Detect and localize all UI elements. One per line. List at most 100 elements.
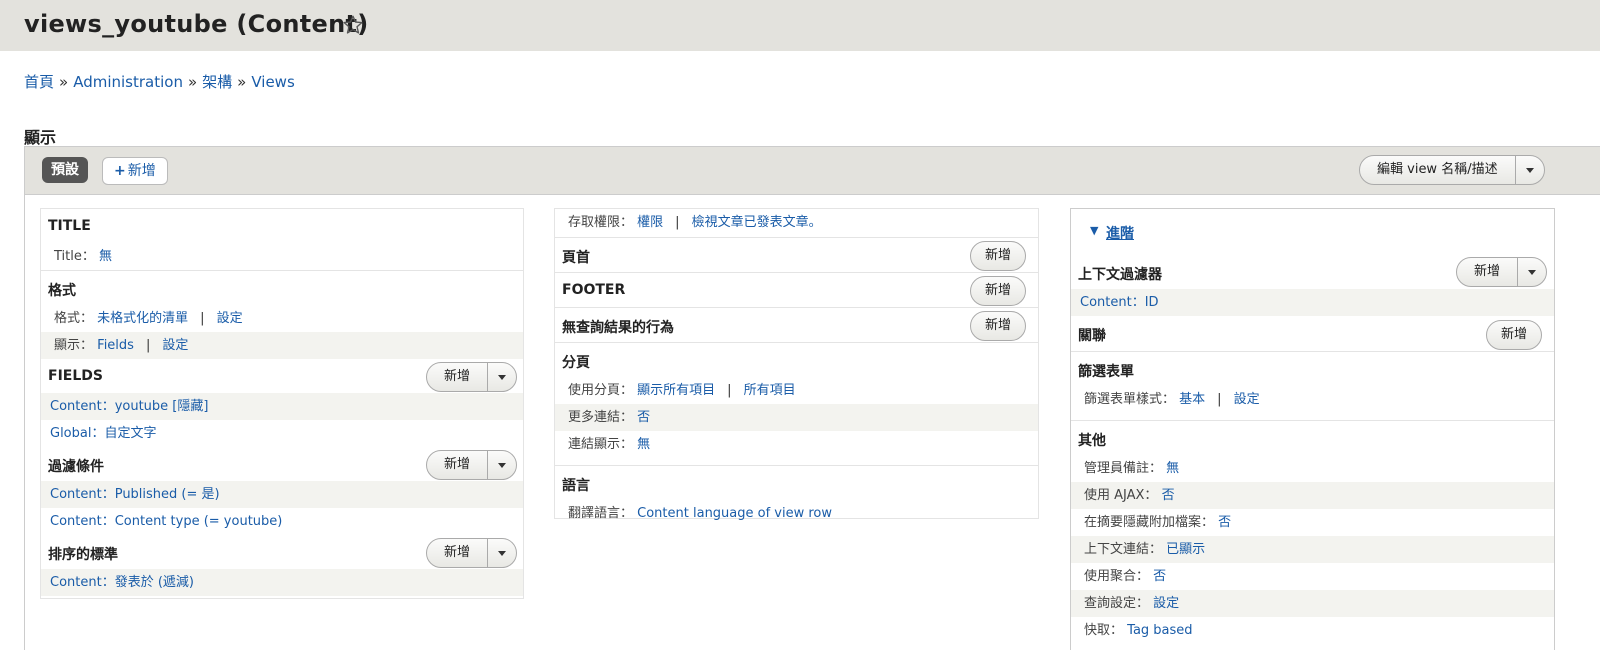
filter-item-link[interactable]: Content：Published (= 是): [50, 487, 220, 502]
relationships-add-button[interactable]: 新增: [1486, 320, 1543, 350]
filters-add-dropbutton: 新增: [426, 450, 518, 480]
breadcrumb-administration[interactable]: Administration: [73, 73, 183, 91]
page-title: views_youtube (Content): [24, 10, 369, 38]
filters-add-button[interactable]: 新增: [427, 451, 489, 479]
contextual-filters-heading: 上下文過濾器: [1078, 267, 1162, 283]
filter-item: Content：Published (= 是): [41, 481, 523, 508]
chevron-down-icon: [498, 550, 507, 556]
tab-default-display[interactable]: 預設: [42, 157, 88, 183]
title-section: TITLE: [41, 209, 523, 243]
format-label: 格式：: [54, 311, 94, 326]
sort-heading: 排序的標準: [48, 547, 118, 563]
title-value-link[interactable]: 無: [99, 249, 112, 264]
filters-heading: 過濾條件: [48, 459, 104, 475]
pager-use-row: 使用分頁： 顯示所有項目 | 所有項目: [555, 377, 1038, 404]
pager-section: 分頁: [555, 343, 1038, 377]
advanced-link[interactable]: 進階: [1106, 223, 1134, 243]
other-label: 管理員備註：: [1084, 461, 1163, 476]
pager-link-value[interactable]: 無: [637, 437, 650, 452]
exposed-form-style-link[interactable]: 基本: [1179, 392, 1205, 407]
show-settings-link[interactable]: 設定: [162, 338, 188, 353]
sort-item: Content：發表於 (遞減): [41, 569, 523, 596]
pipe-separator: |: [1217, 392, 1222, 407]
filter-item-link[interactable]: Content：Content type (= youtube): [50, 514, 282, 529]
other-row: 管理員備註： 無: [1071, 455, 1554, 482]
access-value-link[interactable]: 權限: [637, 215, 663, 230]
breadcrumb-separator: »: [237, 73, 247, 91]
pager-more-label: 更多連結：: [568, 410, 634, 425]
field-item-link[interactable]: Content：youtube [隱藏]: [50, 399, 208, 414]
add-display-label: 新增: [127, 163, 156, 179]
other-value-link[interactable]: 否: [1218, 515, 1231, 530]
other-value-link[interactable]: 已顯示: [1166, 542, 1205, 557]
fields-add-dropdown-toggle[interactable]: [488, 363, 516, 391]
footer-add-button[interactable]: 新增: [970, 276, 1027, 306]
displays-heading: 顯示: [24, 128, 57, 147]
access-settings-link[interactable]: 檢視文章已發表文章。: [692, 215, 822, 230]
field-item: Content：youtube [隱藏]: [41, 393, 523, 420]
other-row: 在摘要隱藏附加檔案： 否: [1071, 509, 1554, 536]
exposed-form-section: 篩選表單: [1071, 352, 1554, 386]
exposed-form-label: 篩選表單樣式：: [1084, 392, 1176, 407]
breadcrumb-home[interactable]: 首頁: [24, 73, 54, 91]
advanced-toggle[interactable]: ▼ 進階: [1071, 209, 1554, 255]
show-value-link[interactable]: Fields: [97, 338, 134, 353]
format-value-link[interactable]: 未格式化的清單: [97, 311, 188, 326]
other-label: 快取：: [1084, 623, 1124, 638]
show-row: 顯示： Fields | 設定: [41, 332, 523, 359]
display-tabs-bar: 預設 + 新增 編輯 view 名稱/描述: [25, 147, 1600, 195]
pager-options-link[interactable]: 所有項目: [744, 383, 796, 398]
contextual-add-dropdown-toggle[interactable]: [1518, 258, 1546, 286]
language-section: 語言: [555, 466, 1038, 500]
pager-more-row: 更多連結： 否: [555, 404, 1038, 431]
other-value-link[interactable]: 設定: [1153, 596, 1179, 611]
field-item-link[interactable]: Global：自定文字: [50, 426, 156, 441]
format-settings-link[interactable]: 設定: [217, 311, 243, 326]
contextual-item-link[interactable]: Content：ID: [1080, 295, 1159, 310]
breadcrumb-views[interactable]: Views: [251, 73, 294, 91]
sort-add-button[interactable]: 新增: [427, 539, 489, 567]
triangle-down-icon: ▼: [1090, 224, 1099, 237]
contextual-add-button[interactable]: 新增: [1457, 258, 1519, 286]
other-section: 其他: [1071, 421, 1554, 455]
access-row: 存取權限： 權限 | 檢視文章已發表文章。: [555, 209, 1038, 237]
fields-add-button[interactable]: 新增: [427, 363, 489, 391]
filters-add-dropdown-toggle[interactable]: [488, 451, 516, 479]
pager-use-link[interactable]: 顯示所有項目: [637, 383, 715, 398]
header-section: 頁首 新增: [555, 238, 1038, 272]
chevron-down-icon: [498, 462, 507, 468]
edit-view-dropbutton: 編輯 view 名稱/描述: [1359, 155, 1545, 185]
star-icon[interactable]: [342, 14, 364, 36]
sort-add-dropbutton: 新增: [426, 538, 518, 568]
exposed-form-heading: 篩選表單: [1078, 364, 1134, 380]
title-label: Title：: [54, 249, 95, 264]
other-value-link[interactable]: Tag based: [1127, 623, 1192, 638]
pager-more-link[interactable]: 否: [637, 410, 650, 425]
pipe-separator: |: [145, 338, 151, 353]
field-item: Global：自定文字: [41, 420, 523, 447]
sort-add-dropdown-toggle[interactable]: [488, 539, 516, 567]
other-label: 使用 AJAX：: [1084, 488, 1158, 503]
format-section: 格式: [41, 271, 523, 305]
sort-item-link[interactable]: Content：發表於 (遞減): [50, 575, 194, 590]
header-add-button[interactable]: 新增: [970, 241, 1027, 271]
breadcrumb: 首頁» Administration» 架構» Views: [24, 71, 295, 92]
language-value-link[interactable]: Content language of view row: [637, 506, 832, 521]
exposed-form-settings-link[interactable]: 設定: [1234, 392, 1260, 407]
edit-view-dropdown-toggle[interactable]: [1516, 156, 1544, 184]
add-display-button[interactable]: + 新增: [102, 157, 168, 185]
no-results-heading: 無查詢結果的行為: [562, 320, 674, 336]
other-value-link[interactable]: 否: [1162, 488, 1175, 503]
edit-view-name-button[interactable]: 編輯 view 名稱/描述: [1360, 156, 1516, 184]
other-value-link[interactable]: 無: [1166, 461, 1179, 476]
header-heading: 頁首: [562, 250, 590, 266]
breadcrumb-structure[interactable]: 架構: [202, 73, 232, 91]
filters-section: 過濾條件 新增: [41, 447, 523, 481]
exposed-form-row: 篩選表單樣式： 基本 | 設定: [1071, 386, 1554, 413]
no-results-add-button[interactable]: 新增: [970, 311, 1027, 341]
other-value-link[interactable]: 否: [1153, 569, 1166, 584]
no-results-section: 無查詢結果的行為 新增: [555, 308, 1038, 342]
show-label: 顯示：: [54, 338, 94, 353]
footer-heading: FOOTER: [562, 282, 626, 298]
pager-link-row: 連結顯示： 無: [555, 431, 1038, 458]
